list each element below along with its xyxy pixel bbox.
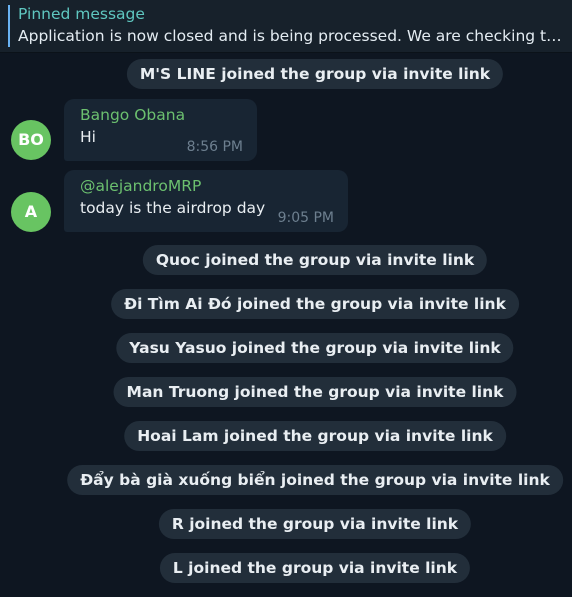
service-message: R joined the group via invite link: [158, 509, 472, 539]
pinned-title: Pinned message: [18, 5, 145, 23]
avatar[interactable]: BO: [11, 120, 51, 160]
service-message: Đi Tìm Ai Đó joined the group via invite…: [111, 289, 519, 319]
service-message: L joined the group via invite link: [159, 553, 471, 583]
message-text: Hi: [80, 128, 96, 146]
message-time: 8:56 PM: [186, 139, 243, 155]
service-message: M'S LINE joined the group via invite lin…: [126, 59, 504, 89]
chat-window: Pinned message Application is now closed…: [0, 0, 572, 597]
sender-name[interactable]: Bango Obana: [80, 106, 185, 124]
message-time: 9:05 PM: [277, 210, 334, 226]
service-message: Man Truong joined the group via invite l…: [113, 377, 517, 407]
message-list: M'S LINE joined the group via invite lin…: [0, 53, 572, 597]
pinned-text: Application is now closed and is being p…: [18, 27, 564, 45]
message-bubble[interactable]: @alejandroMRP today is the airdrop day 9…: [64, 170, 348, 232]
pinned-accent-bar: [8, 5, 10, 47]
service-message: Yasu Yasuo joined the group via invite l…: [116, 333, 514, 363]
service-message: Quoc joined the group via invite link: [142, 245, 488, 275]
message-bubble[interactable]: Bango Obana Hi 8:56 PM: [64, 99, 257, 161]
pinned-message-bar[interactable]: Pinned message Application is now closed…: [0, 0, 572, 53]
service-message: Đẩy bà già xuống biển joined the group v…: [67, 465, 563, 495]
service-message: Hoai Lam joined the group via invite lin…: [124, 421, 506, 451]
sender-name[interactable]: @alejandroMRP: [80, 177, 201, 195]
avatar[interactable]: A: [11, 192, 51, 232]
message-text: today is the airdrop day: [80, 199, 266, 217]
